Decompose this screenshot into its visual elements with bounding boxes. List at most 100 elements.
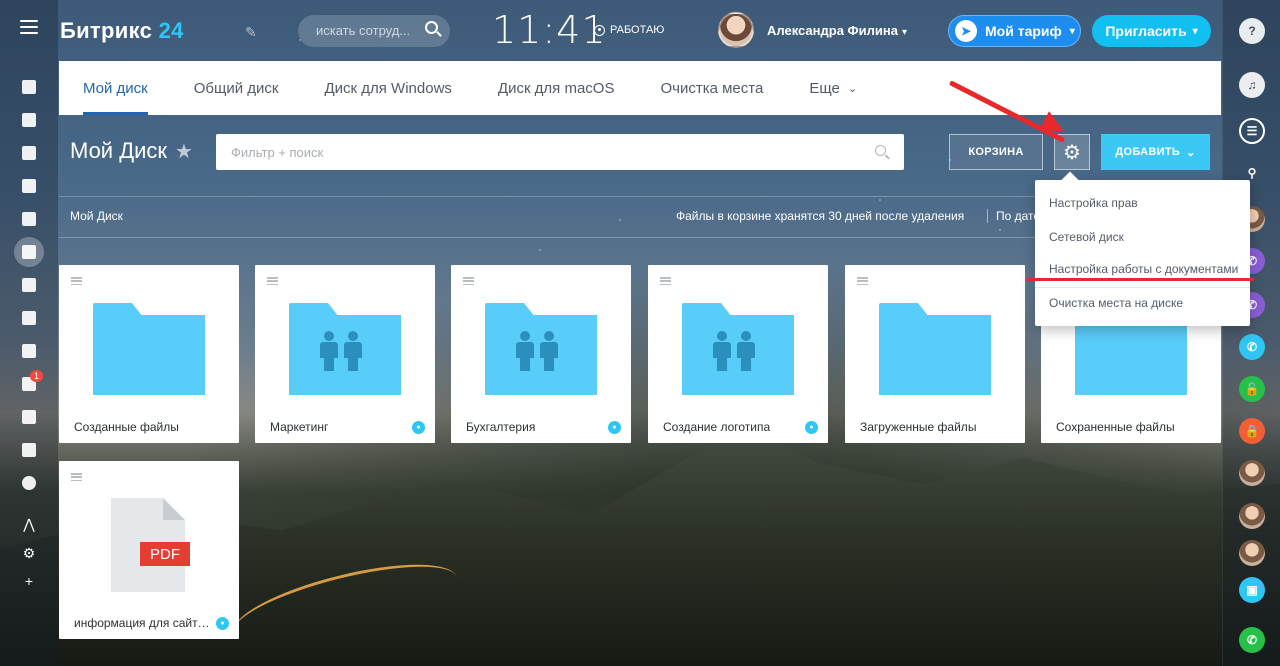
tab-cleanup[interactable]: Очистка места xyxy=(660,61,763,115)
file-name: Загруженные файлы xyxy=(860,420,977,434)
sidebar-more-chevron-icon[interactable] xyxy=(11,466,47,499)
file-name: Бухгалтерия xyxy=(466,420,536,434)
chevron-down-icon: ▾ xyxy=(901,27,907,38)
sidebar-window-icon[interactable] xyxy=(11,334,47,367)
left-sidebar-icons: 1 xyxy=(11,70,47,499)
menu-item-network-disk[interactable]: Сетевой диск xyxy=(1049,230,1124,244)
screen-share-icon[interactable]: ▣ xyxy=(1239,577,1265,603)
file-card-accounting[interactable]: Бухгалтерия ● xyxy=(451,265,631,443)
sidebar-mail-icon[interactable] xyxy=(11,268,47,301)
employee-search-input[interactable]: искать сотруд... xyxy=(298,15,450,47)
menu-item-cleanup[interactable]: Очистка места на диске xyxy=(1049,296,1183,310)
drag-handle-icon[interactable] xyxy=(463,277,474,285)
pdf-badge: PDF xyxy=(140,542,190,566)
work-status[interactable]: РАБОТАЮ xyxy=(594,24,664,36)
group-folder-icon xyxy=(485,303,597,395)
group-folder-icon xyxy=(682,303,794,395)
contact-avatar-3[interactable] xyxy=(1239,503,1265,529)
search-icon xyxy=(425,21,438,34)
left-sidebar: 1 ⋀ ⚙ + xyxy=(0,0,58,666)
breadcrumb[interactable]: Мой Диск xyxy=(70,209,123,223)
file-card-marketing[interactable]: Маркетинг ● xyxy=(255,265,435,443)
sidebar-network-icon[interactable]: ⋀ xyxy=(0,516,58,533)
tab-shared-disk[interactable]: Общий диск xyxy=(194,61,279,115)
menu-burger-icon[interactable] xyxy=(20,20,38,34)
folder-icon xyxy=(879,303,991,395)
sidebar-disk-icon[interactable] xyxy=(11,235,47,268)
page-title: Мой Диск ★ xyxy=(70,138,193,164)
filter-search-input[interactable]: Фильтр + поиск xyxy=(216,134,904,170)
sort-selector[interactable]: По дате xyxy=(987,209,1040,223)
call-icon[interactable]: ✆ xyxy=(1239,627,1265,653)
app-logo[interactable]: Битрикс 24 xyxy=(60,18,184,44)
drag-handle-icon[interactable] xyxy=(71,473,82,481)
group-folder-icon xyxy=(289,303,401,395)
help-icon[interactable]: ? xyxy=(1239,18,1265,44)
clock[interactable]: 11:41 xyxy=(492,8,607,52)
file-name: Созданные файлы xyxy=(74,420,179,434)
sidebar-documents-icon[interactable] xyxy=(11,202,47,235)
sidebar-stream-icon[interactable] xyxy=(11,70,47,103)
shared-users-icon: ● xyxy=(608,421,621,434)
shared-users-icon: ● xyxy=(216,617,229,630)
notifications-bell-icon[interactable]: ♫ xyxy=(1239,72,1265,98)
chevron-down-icon: ⌄ xyxy=(847,82,858,95)
sidebar-tasks-list-icon[interactable] xyxy=(11,103,47,136)
file-name: Создание логотипа xyxy=(663,420,771,434)
menu-item-permissions[interactable]: Настройка прав xyxy=(1049,196,1138,210)
sidebar-calendar-icon[interactable] xyxy=(11,136,47,169)
tab-disk-macos[interactable]: Диск для macOS xyxy=(498,61,615,115)
file-name: информация для сайта... xyxy=(74,616,214,630)
contact-avatar-4[interactable] xyxy=(1239,540,1265,566)
sidebar-chat-icon[interactable] xyxy=(11,169,47,202)
trash-button[interactable]: КОРЗИНА xyxy=(949,134,1043,170)
edit-pencil-icon[interactable]: ✎ xyxy=(245,24,257,41)
shared-users-icon: ● xyxy=(805,421,818,434)
messenger-icon[interactable]: ☰ xyxy=(1239,118,1265,144)
user-menu[interactable]: Александра Филина ▾ xyxy=(767,23,907,38)
menu-item-document-settings[interactable]: Настройка работы с документами xyxy=(1049,262,1238,276)
tab-disk-windows[interactable]: Диск для Windows xyxy=(324,61,451,115)
file-card-uploaded[interactable]: Загруженные файлы xyxy=(845,265,1025,443)
lock-icon[interactable]: 🔒 xyxy=(1239,418,1265,444)
chevron-down-icon: ▾ xyxy=(1069,25,1075,37)
status-record-icon xyxy=(594,24,605,36)
contact-avatar-2[interactable] xyxy=(1239,460,1265,486)
chevron-down-icon: ▾ xyxy=(1192,25,1198,37)
tasks-badge: 1 xyxy=(29,370,43,382)
sidebar-employees-icon[interactable] xyxy=(11,301,47,334)
file-name: Маркетинг xyxy=(270,420,329,434)
right-sidebar: ? ♫ ☰ ⚲ ✆ ✆ ✆ 🔓 🔒 ▣ ✆ xyxy=(1222,0,1280,666)
drag-handle-icon[interactable] xyxy=(857,277,868,285)
rocket-icon: ➤ xyxy=(955,20,977,42)
chevron-down-icon: ⌄ xyxy=(1186,146,1196,159)
my-tariff-button[interactable]: ➤ Мой тариф ▾ xyxy=(948,15,1081,47)
favorite-star-icon[interactable]: ★ xyxy=(175,139,193,164)
sidebar-tasks-check-icon[interactable]: 1 xyxy=(11,367,47,400)
file-card-logo[interactable]: Создание логотипа ● xyxy=(648,265,828,443)
sidebar-box-icon[interactable] xyxy=(11,400,47,433)
invite-button[interactable]: Пригласить ▾ xyxy=(1092,15,1211,47)
tab-more[interactable]: Еще ⌄ xyxy=(809,61,857,115)
user-avatar[interactable] xyxy=(718,12,754,48)
sidebar-settings-gear-icon[interactable]: ⚙ xyxy=(0,545,58,562)
folder-icon xyxy=(93,303,205,395)
file-name: Сохраненные файлы xyxy=(1056,420,1175,434)
drag-handle-icon[interactable] xyxy=(660,277,671,285)
sidebar-add-icon[interactable]: + xyxy=(0,573,58,589)
search-icon xyxy=(875,145,886,156)
add-button[interactable]: ДОБАВИТЬ ⌄ xyxy=(1101,134,1210,170)
file-card-pdf[interactable]: PDF информация для сайта... ● xyxy=(59,461,239,639)
tab-my-disk[interactable]: Мой диск xyxy=(83,61,148,115)
disk-tabs: Мой диск Общий диск Диск для Windows Дис… xyxy=(59,61,1221,115)
settings-dropdown: Настройка прав Сетевой диск Настройка ра… xyxy=(1035,180,1250,326)
sidebar-box2-icon[interactable] xyxy=(11,433,47,466)
menu-divider xyxy=(1035,287,1250,288)
phone-icon[interactable]: ✆ xyxy=(1239,334,1265,360)
drag-handle-icon[interactable] xyxy=(267,277,278,285)
file-card-created[interactable]: Созданные файлы xyxy=(59,265,239,443)
gear-icon: ⚙ xyxy=(1063,141,1081,164)
annotation-underline xyxy=(1028,278,1254,281)
drag-handle-icon[interactable] xyxy=(71,277,82,285)
unlock-icon[interactable]: 🔓 xyxy=(1239,376,1265,402)
